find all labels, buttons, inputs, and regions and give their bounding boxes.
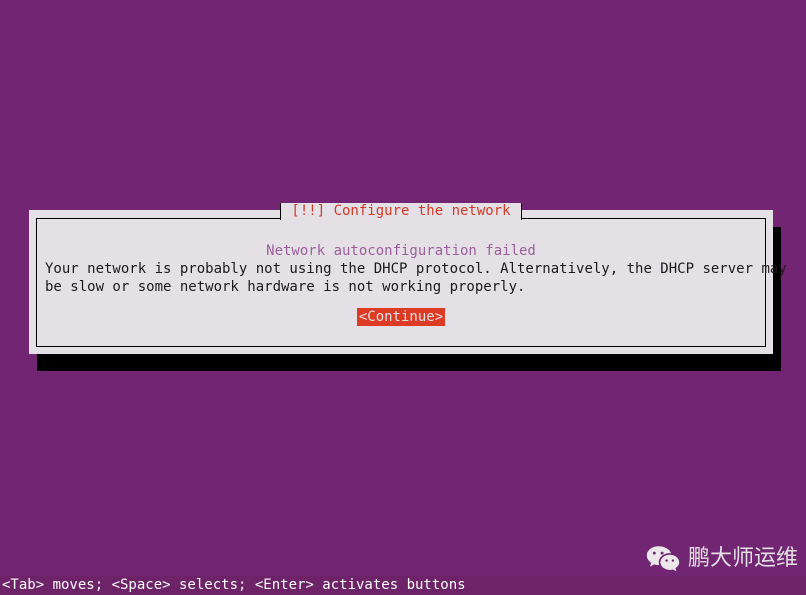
error-headline: Network autoconfiguration failed	[266, 243, 536, 259]
installer-screen: [!!] Configure the network Network autoc…	[0, 0, 806, 595]
body-line-2: be slow or some network hardware is not …	[45, 279, 526, 295]
wechat-icon	[646, 546, 680, 572]
continue-button[interactable]: <Continue>	[356, 308, 446, 326]
status-bar: <Tab> moves; <Space> selects; <Enter> ac…	[0, 576, 806, 595]
body-line-1: Your network is probably not using the D…	[45, 261, 787, 277]
dialog-body: Network autoconfiguration failed Your ne…	[37, 219, 787, 346]
watermark: 鹏大师运维	[646, 545, 798, 573]
dialog-button-row: <Continue>	[37, 308, 765, 326]
watermark-text: 鹏大师运维	[687, 546, 798, 571]
configure-network-dialog: [!!] Configure the network Network autoc…	[29, 203, 787, 354]
